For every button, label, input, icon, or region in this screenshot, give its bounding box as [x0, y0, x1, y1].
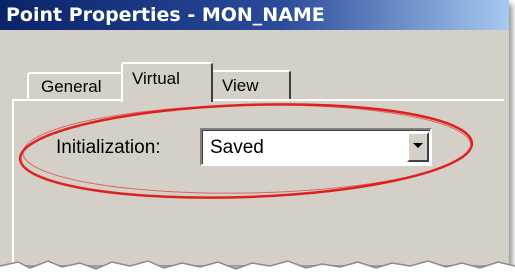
initialization-selected-value: Saved: [210, 137, 264, 158]
window-title: Point Properties - MON_NAME: [6, 4, 325, 26]
tab-view[interactable]: View: [211, 70, 291, 100]
chevron-down-icon: [413, 143, 423, 148]
combobox-field: Saved: [202, 130, 430, 164]
dropdown-button[interactable]: [407, 132, 429, 162]
tab-virtual-label: Virtual: [132, 69, 180, 88]
tab-page-virtual: [12, 99, 504, 265]
tab-general-label: General: [41, 77, 102, 96]
initialization-label: Initialization:: [56, 137, 161, 158]
title-bar[interactable]: Point Properties - MON_NAME: [0, 0, 509, 30]
initialization-combobox[interactable]: Saved: [200, 128, 432, 166]
tab-general[interactable]: General: [27, 72, 123, 100]
tab-view-label: View: [222, 76, 259, 95]
tab-virtual[interactable]: Virtual: [121, 62, 213, 102]
point-properties-dialog: Point Properties - MON_NAME General Virt…: [0, 0, 509, 265]
screenshot-stage: Point Properties - MON_NAME General Virt…: [0, 0, 515, 277]
